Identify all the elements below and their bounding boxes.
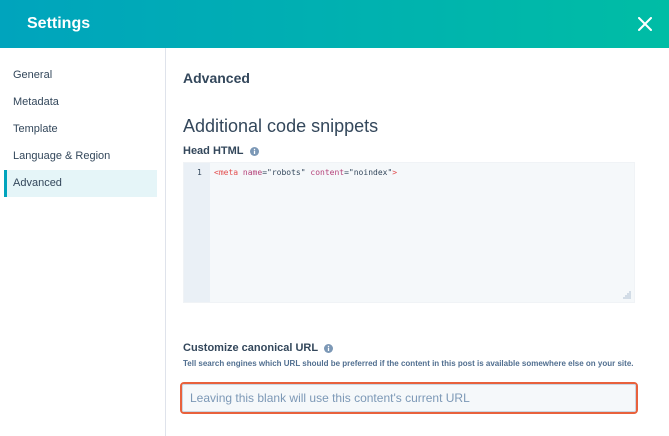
resize-handle-icon[interactable] (623, 291, 631, 299)
close-icon (638, 17, 652, 31)
head-html-label: Head HTML (183, 145, 259, 157)
section-title: Advanced (183, 70, 250, 86)
canonical-url-highlight (180, 382, 638, 414)
sidebar-item-language-region[interactable]: Language & Region (0, 143, 157, 170)
canonical-url-label: Customize canonical URL (183, 342, 334, 354)
line-number: 1 (197, 168, 202, 177)
snippets-heading: Additional code snippets (183, 116, 379, 136)
code-token-attr-content: content (310, 168, 345, 177)
canonical-url-input[interactable] (182, 384, 636, 412)
code-token-attr-name: name (242, 168, 263, 177)
code-token-value-noindex: "noindex" (348, 168, 393, 177)
line-number-gutter (184, 163, 210, 302)
close-button[interactable] (635, 14, 655, 34)
settings-sidebar: General Metadata Template Language & Reg… (0, 48, 166, 436)
code-token-value-robots: "robots" (267, 168, 306, 177)
canonical-url-label-text: Customize canonical URL (183, 342, 319, 354)
head-html-label-text: Head HTML (183, 145, 244, 157)
sidebar-item-template[interactable]: Template (0, 116, 157, 143)
canonical-url-help-text: Tell search engines which URL should be … (183, 359, 634, 368)
head-html-code-editor[interactable]: 1 <meta name="robots" content="noindex"> (183, 162, 635, 303)
sidebar-item-general[interactable]: General (0, 62, 157, 89)
sidebar-item-advanced[interactable]: Advanced (4, 170, 157, 197)
info-icon[interactable] (249, 146, 259, 156)
info-icon[interactable] (324, 343, 334, 353)
settings-content: Advanced Additional code snippets Head H… (167, 48, 669, 436)
settings-header: Settings (0, 0, 669, 48)
code-token-tag-open: <meta (214, 168, 239, 177)
code-token-tag-close: > (392, 168, 398, 177)
header-title: Settings (27, 15, 91, 32)
code-line[interactable]: <meta name="robots" content="noindex"> (214, 168, 397, 177)
sidebar-item-metadata[interactable]: Metadata (0, 89, 157, 116)
